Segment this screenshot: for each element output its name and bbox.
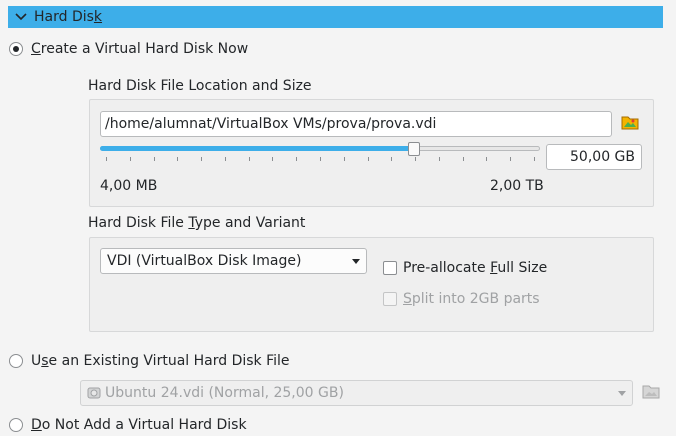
slider-tick (272, 157, 273, 161)
slider-tick (177, 157, 178, 161)
existing-disk-label: Use an Existing Virtual Hard Disk File (31, 353, 290, 369)
slider-tick (415, 157, 416, 161)
folder-icon (642, 384, 660, 403)
disk-size-slider[interactable] (100, 140, 540, 164)
slider-tick (344, 157, 345, 161)
dropdown-arrow-icon (352, 258, 360, 264)
preallocate-checkbox[interactable]: Pre-allocate Full Size (383, 260, 547, 276)
slider-tick (106, 157, 107, 161)
disk-path-input[interactable]: /home/alumnat/VirtualBox VMs/prova/prova… (100, 111, 612, 137)
hard-disk-section-header[interactable]: Hard Disk (8, 6, 663, 28)
slider-tick (463, 157, 464, 161)
slider-tick (320, 157, 321, 161)
slider-tick (439, 157, 440, 161)
existing-disk-radio[interactable]: Use an Existing Virtual Hard Disk File (9, 351, 290, 371)
create-disk-label: Create a Virtual Hard Disk Now (31, 41, 249, 57)
slider-fill (100, 146, 414, 151)
dropdown-arrow-icon (618, 390, 626, 396)
split-2gb-label: Split into 2GB parts (403, 291, 540, 307)
choose-existing-disk-button (640, 383, 662, 403)
slider-tick (154, 157, 155, 161)
split-2gb-checkbox: Split into 2GB parts (383, 291, 540, 307)
no-disk-label: Do Not Add a Virtual Hard Disk (31, 417, 247, 433)
disk-size-input[interactable]: 50,00 GB (546, 144, 642, 170)
checkbox-indicator[interactable] (383, 261, 397, 275)
slider-tick (130, 157, 131, 161)
slider-tick (368, 157, 369, 161)
slider-tick (201, 157, 202, 161)
preallocate-label: Pre-allocate Full Size (403, 260, 548, 276)
radio-indicator[interactable] (9, 42, 23, 56)
slider-tick (534, 157, 535, 161)
slider-tick (296, 157, 297, 161)
slider-tick (391, 157, 392, 161)
radio-indicator[interactable] (9, 418, 23, 432)
radio-indicator[interactable] (9, 354, 23, 368)
chevron-down-icon (8, 6, 34, 28)
no-disk-radio[interactable]: Do Not Add a Virtual Hard Disk (9, 415, 247, 435)
type-group-title: Hard Disk File Type and Variant (88, 215, 306, 231)
section-title: Hard Disk (34, 9, 103, 25)
slider-tick (225, 157, 226, 161)
location-group-title: Hard Disk File Location and Size (88, 78, 312, 94)
hard-disk-icon (87, 386, 101, 400)
existing-disk-combo: Ubuntu 24.vdi (Normal, 25,00 GB) (80, 380, 633, 406)
slider-min-label: 4,00 MB (100, 178, 158, 194)
slider-tick (486, 157, 487, 161)
checkbox-indicator (383, 292, 397, 306)
slider-tick (249, 157, 250, 161)
slider-tick (510, 157, 511, 161)
slider-handle[interactable] (408, 142, 420, 156)
create-disk-radio[interactable]: Create a Virtual Hard Disk Now (9, 39, 248, 59)
slider-max-label: 2,00 TB (490, 178, 544, 194)
folder-icon (621, 114, 639, 134)
disk-format-combo[interactable]: VDI (VirtualBox Disk Image) (100, 248, 367, 274)
choose-location-button[interactable] (618, 112, 642, 136)
